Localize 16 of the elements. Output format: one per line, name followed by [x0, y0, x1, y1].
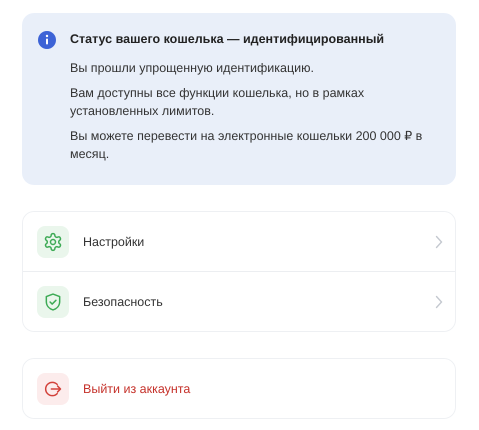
chevron-right-icon [435, 234, 443, 248]
menu-item-label: Безопасность [83, 294, 164, 308]
notice-title: Статус вашего кошелька — идентифицированный [70, 32, 386, 46]
shield-check-icon [43, 292, 63, 312]
settings-icon [43, 232, 63, 252]
menu-item-label: Настройки [83, 234, 146, 248]
notice-text: Вы прошли упрощенную идентификацию. [70, 60, 315, 77]
logout-item[interactable]: Выйти из аккаунта [23, 359, 455, 418]
logout-label: Выйти из аккаунта [83, 382, 192, 396]
menu-item[interactable]: Настройки [23, 212, 455, 271]
notice-text: Вам доступны все функции кошелька, но в рамках установленных лимитов. [70, 85, 366, 120]
notice-text: Вы можете перевести на электронные кошельки 200 000 ₽ в месяц. [70, 128, 424, 163]
menu-item[interactable]: Безопасность [23, 271, 455, 331]
chevron-right-icon [435, 294, 443, 308]
logout-icon [43, 378, 63, 398]
info-icon [38, 31, 56, 49]
